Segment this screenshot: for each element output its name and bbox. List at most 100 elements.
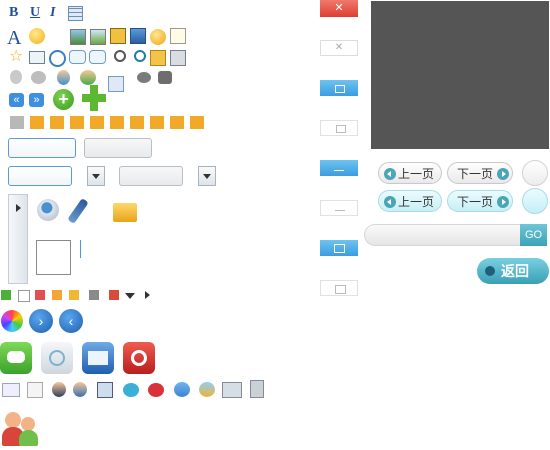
check-icon[interactable]: [1, 290, 11, 300]
smiley-icon[interactable]: [29, 28, 45, 44]
circle-prev-button[interactable]: ‹: [59, 309, 83, 333]
expand-arrow-icon[interactable]: [16, 204, 21, 212]
user-icon: [57, 70, 70, 85]
screen-icon[interactable]: [130, 28, 146, 44]
remove-icon[interactable]: [35, 290, 45, 300]
next-page-button-hover[interactable]: 下一页: [447, 190, 513, 212]
maximize-button[interactable]: [320, 120, 358, 136]
underline-icon[interactable]: U: [30, 5, 40, 21]
user-add-green-icon[interactable]: [123, 383, 139, 397]
user-remove-icon[interactable]: [52, 382, 66, 397]
user-pair-large-icon: [2, 412, 38, 446]
star-icon[interactable]: ☆: [9, 49, 23, 65]
crown-8-icon: [170, 116, 184, 129]
back-arrow-icon: [485, 266, 495, 276]
crown-grey-icon: [10, 116, 24, 129]
user-grey-icon: [10, 70, 22, 84]
emoticon-icon[interactable]: [150, 29, 166, 45]
prev-arrow-icon: [384, 196, 396, 208]
page-number-input[interactable]: [364, 224, 520, 246]
flash-icon[interactable]: [110, 28, 126, 44]
crown-4-icon: [90, 116, 104, 129]
empty-image-frame: [36, 240, 71, 275]
table-icon[interactable]: [68, 6, 83, 21]
page-icon[interactable]: [18, 290, 30, 302]
delete-icon[interactable]: [109, 290, 119, 300]
magnifier-small-icon[interactable]: [134, 50, 146, 62]
text-field-active[interactable]: [8, 138, 76, 158]
side-collapse-panel[interactable]: [8, 194, 28, 284]
recycle-bin-icon[interactable]: [250, 380, 264, 398]
combo-dropdown-button[interactable]: [87, 166, 105, 186]
chat-app-icon[interactable]: [0, 342, 32, 374]
pen-icon[interactable]: [67, 198, 89, 224]
close-button[interactable]: ✕: [320, 40, 358, 56]
crown-7-icon: [150, 116, 164, 129]
chat-icon[interactable]: [69, 50, 86, 64]
prev-page-button-hover[interactable]: 上一页: [378, 190, 442, 212]
magnifier-icon[interactable]: [114, 50, 126, 62]
mail-grey-icon[interactable]: [2, 383, 20, 397]
prev-page-button[interactable]: 上一页: [378, 162, 442, 184]
mail-icon[interactable]: [29, 51, 45, 64]
next-page-label: 下一页: [457, 167, 494, 181]
search-page-icon[interactable]: [27, 382, 43, 398]
color-wheel-icon[interactable]: [1, 310, 23, 332]
caret-right-icon[interactable]: [145, 291, 150, 299]
italic-icon[interactable]: I: [50, 5, 55, 21]
user-edit-blue-icon[interactable]: [174, 382, 190, 397]
insert-image-icon[interactable]: [90, 29, 106, 45]
user-edit-icon[interactable]: [73, 382, 87, 397]
user-group-blue-icon[interactable]: [199, 382, 215, 397]
caret-down-icon[interactable]: [125, 293, 135, 299]
minimize-button-hover[interactable]: [320, 160, 358, 176]
chat-reply-icon[interactable]: [89, 50, 106, 64]
user-group-icon: [108, 76, 124, 92]
restore-button-hover[interactable]: [320, 240, 358, 256]
remove-card-icon[interactable]: [170, 50, 186, 66]
font-icon[interactable]: A: [7, 27, 21, 50]
prev-page-label: 上一页: [398, 167, 435, 181]
back-label: 返回: [501, 263, 529, 279]
next-page-label-hover: 下一页: [457, 195, 494, 209]
user-card-icon[interactable]: [97, 382, 113, 398]
combo-dropdown-button-2[interactable]: [198, 166, 216, 186]
round-button[interactable]: [522, 160, 548, 186]
note-icon[interactable]: [170, 28, 186, 44]
double-right-button[interactable]: »: [29, 93, 44, 107]
combo-input-inactive[interactable]: [119, 166, 183, 186]
maximize-button-hover[interactable]: [320, 80, 358, 96]
power-app-icon[interactable]: [123, 342, 155, 374]
list-icon[interactable]: [52, 290, 62, 300]
add-large-icon[interactable]: [82, 85, 106, 111]
text-field-inactive[interactable]: [84, 138, 152, 158]
search-icon[interactable]: [49, 50, 66, 67]
wifi-app-icon[interactable]: [41, 342, 73, 374]
users-icon: [80, 70, 96, 85]
image-icon[interactable]: [70, 29, 86, 45]
back-button[interactable]: 返回: [477, 258, 549, 284]
face-icon[interactable]: [69, 290, 79, 300]
prev-page-label-hover: 上一页: [398, 195, 435, 209]
box-icon[interactable]: [89, 290, 99, 300]
restore-button[interactable]: [320, 280, 358, 296]
contact-card-icon[interactable]: [150, 50, 166, 66]
user-delete-icon[interactable]: [148, 383, 164, 397]
crown-1-icon: [30, 116, 44, 129]
close-button-hover[interactable]: ✕: [320, 0, 358, 17]
crown-6-icon: [130, 116, 144, 129]
bold-icon[interactable]: B: [9, 5, 18, 21]
user-help-icon[interactable]: [222, 382, 242, 398]
minimize-button[interactable]: [320, 200, 358, 216]
webcam-icon[interactable]: [37, 199, 59, 221]
circle-next-button[interactable]: ›: [29, 309, 53, 333]
folder-open-icon[interactable]: [113, 203, 137, 222]
add-circle-button[interactable]: +: [53, 89, 74, 110]
next-page-button[interactable]: 下一页: [447, 162, 513, 184]
round-button-hover[interactable]: [522, 188, 548, 214]
go-button[interactable]: GO: [520, 224, 547, 246]
combo-input-active[interactable]: [8, 166, 72, 186]
double-left-button[interactable]: «: [9, 93, 24, 107]
next-arrow-icon: [497, 196, 509, 208]
mail-app-icon[interactable]: [82, 342, 114, 374]
